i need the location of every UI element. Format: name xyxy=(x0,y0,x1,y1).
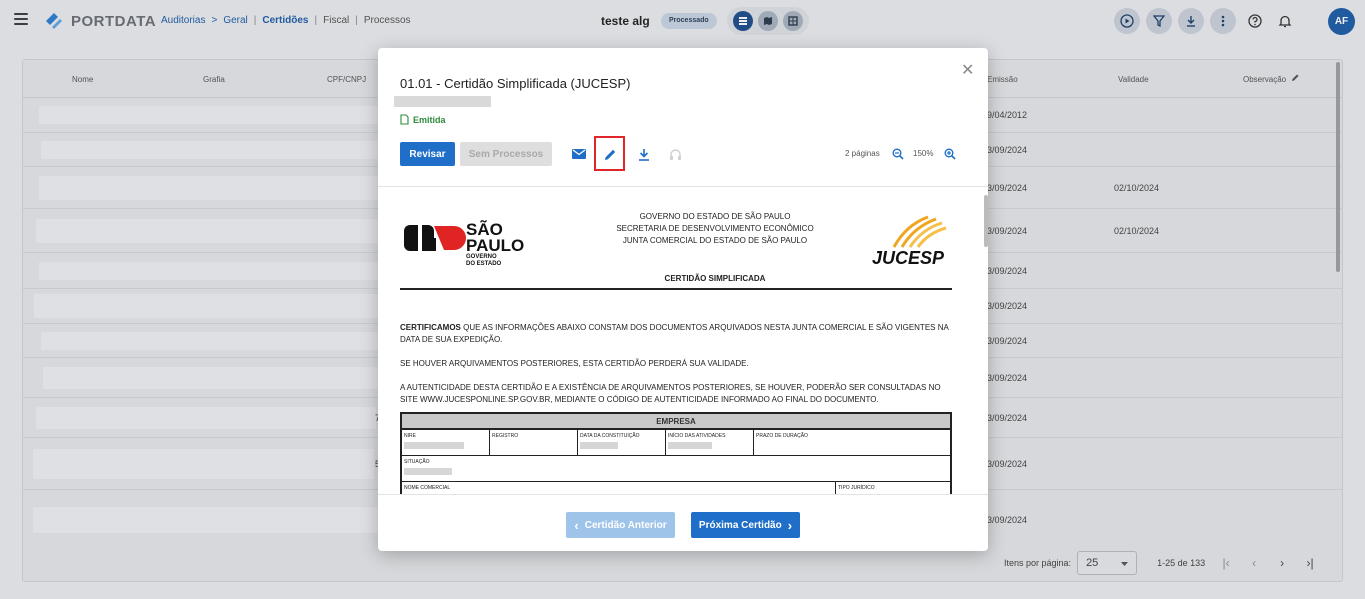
next-certidao-label: Próxima Certidão xyxy=(698,519,782,531)
revisar-button[interactable]: Revisar xyxy=(400,142,455,166)
document-title: CERTIDÃO SIMPLIFICADA xyxy=(664,274,766,283)
sp-government-logo: SÃO PAULO GOVERNO DO ESTADO xyxy=(404,220,525,274)
jucesp-logo: JUCESP xyxy=(870,215,950,271)
paragraph-validade: SE HOUVER ARQUIVAMENTOS POSTERIORES, EST… xyxy=(400,359,749,368)
field-situacao: SITUAÇÃO xyxy=(402,456,950,481)
document-icon xyxy=(400,114,409,125)
chevron-right-icon: › xyxy=(787,517,793,533)
zoom-out-icon[interactable] xyxy=(891,147,905,161)
download-icon[interactable] xyxy=(636,146,652,162)
empresa-table: EMPRESA NIRE REGISTRO DATA DA CONSTITUIÇ… xyxy=(400,412,952,494)
paragraph-autenticidade: A AUTENTICIDADE DESTA CERTIDÃO E A EXIST… xyxy=(400,383,941,404)
divider xyxy=(400,288,952,290)
field-nire: NIRE xyxy=(402,430,490,455)
field-prazo-duracao: PRAZO DE DURAÇÃO xyxy=(756,433,808,439)
page-count: 2 páginas xyxy=(845,149,880,158)
viewer-scrollbar[interactable] xyxy=(984,195,988,247)
jucesp-logo-text: JUCESP xyxy=(872,248,945,268)
empresa-row: SITUAÇÃO xyxy=(402,456,950,482)
sem-processos-button[interactable]: Sem Processos xyxy=(460,142,552,166)
field-nome-comercial: NOME COMERCIAL xyxy=(402,482,836,494)
certidao-modal: ✕ 01.01 - Certidão Simplificada (JUCESP)… xyxy=(378,48,988,551)
field-inicio-atividades: INÍCIO DAS ATIVIDADES xyxy=(666,430,754,455)
previous-certidao-label: Certidão Anterior xyxy=(584,519,667,531)
status-badge: Emitida xyxy=(400,114,446,125)
zoom-in-icon[interactable] xyxy=(943,147,957,161)
headset-icon[interactable] xyxy=(667,146,683,162)
empresa-header: EMPRESA xyxy=(402,414,950,430)
status-text: Emitida xyxy=(413,114,446,125)
government-header: GOVERNO DO ESTADO DE SÃO PAULO SECRETARI… xyxy=(616,212,814,245)
field-tipo-juridico: TIPO JURÍDICO xyxy=(838,485,875,491)
paragraph-certificamos: CERTIFICAMOS QUE AS INFORMAÇÕES ABAIXO C… xyxy=(400,323,949,344)
previous-certidao-button[interactable]: ‹ Certidão Anterior xyxy=(566,512,675,538)
divider xyxy=(378,494,988,495)
sp-logo-text: SÃO PAULO GOVERNO DO ESTADO xyxy=(466,220,525,267)
modal-title: 01.01 - Certidão Simplificada (JUCESP) xyxy=(400,76,631,91)
close-icon[interactable]: ✕ xyxy=(961,60,974,80)
empresa-row: NIRE REGISTRO DATA DA CONSTITUIÇÃO INÍCI… xyxy=(402,430,950,456)
field-data-constituicao: DATA DA CONSTITUIÇÃO xyxy=(578,430,666,455)
redacted-subtitle xyxy=(394,96,491,107)
field-registro: REGISTRO xyxy=(490,430,578,455)
zoom-level: 150% xyxy=(913,149,934,158)
chevron-left-icon: ‹ xyxy=(574,517,579,533)
edit-icon[interactable] xyxy=(602,146,618,162)
email-icon[interactable] xyxy=(571,147,587,161)
document-viewer[interactable]: SÃO PAULO GOVERNO DO ESTADO GOVERNO DO E… xyxy=(378,187,988,494)
next-certidao-button[interactable]: Próxima Certidão › xyxy=(691,512,800,538)
empresa-row: NOME COMERCIAL TIPO JURÍDICO xyxy=(402,482,950,494)
